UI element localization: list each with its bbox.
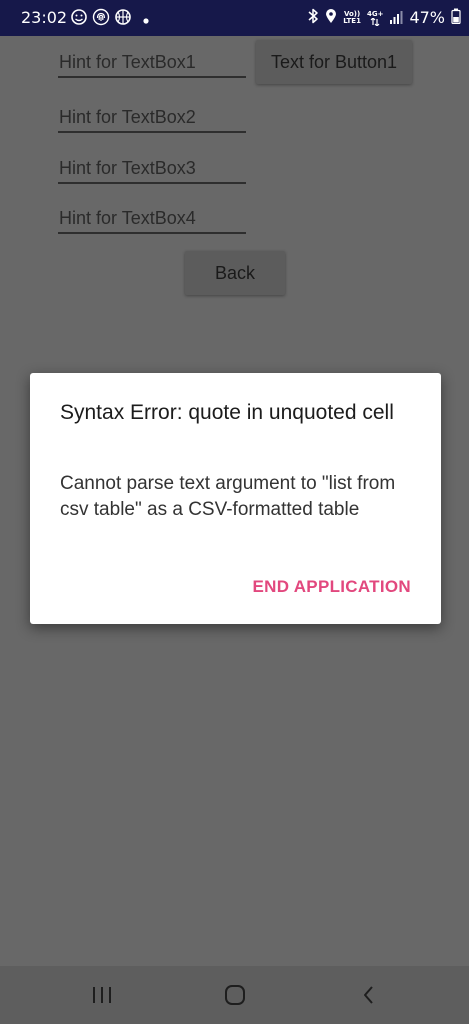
dialog-title: Syntax Error: quote in unquoted cell bbox=[60, 401, 394, 424]
network-icon: 4G+ bbox=[366, 9, 384, 26]
end-application-button[interactable]: END APPLICATION bbox=[253, 576, 411, 598]
battery-text: 47% bbox=[409, 8, 445, 27]
bluetooth-icon bbox=[307, 8, 319, 28]
home-icon[interactable] bbox=[220, 980, 250, 1010]
back-button[interactable]: Back bbox=[185, 251, 285, 295]
smiley-icon bbox=[70, 8, 88, 30]
battery-icon bbox=[451, 8, 461, 28]
basketball-icon bbox=[114, 8, 132, 30]
error-dialog: Syntax Error: quote in unquoted cell Can… bbox=[30, 373, 441, 624]
location-icon bbox=[325, 8, 337, 28]
dialog-message: Cannot parse text argument to "list from… bbox=[60, 473, 396, 520]
textbox4[interactable]: Hint for TextBox4 bbox=[58, 206, 246, 234]
textbox3[interactable]: Hint for TextBox3 bbox=[58, 156, 246, 184]
status-bar: 23:02 Vo)) LTE1 4G+ 47% bbox=[0, 0, 469, 36]
dot-icon bbox=[142, 10, 150, 29]
volte-bottom-text: LTE1 bbox=[343, 17, 361, 25]
notification-icons bbox=[70, 8, 150, 30]
volte-icon: Vo)) LTE1 bbox=[343, 11, 361, 25]
signal-icon bbox=[389, 9, 403, 28]
navigation-bar bbox=[0, 966, 469, 1024]
fingerprint-icon bbox=[92, 8, 110, 30]
network-type-text: 4G+ bbox=[366, 9, 384, 18]
back-icon[interactable] bbox=[354, 980, 384, 1010]
textbox2[interactable]: Hint for TextBox2 bbox=[58, 105, 246, 133]
recents-icon[interactable] bbox=[87, 980, 117, 1010]
textbox1[interactable]: Hint for TextBox1 bbox=[58, 50, 246, 78]
status-time: 23:02 bbox=[21, 8, 68, 27]
button1[interactable]: Text for Button1 bbox=[256, 40, 412, 84]
system-icons: Vo)) LTE1 4G+ 47% bbox=[307, 8, 461, 28]
